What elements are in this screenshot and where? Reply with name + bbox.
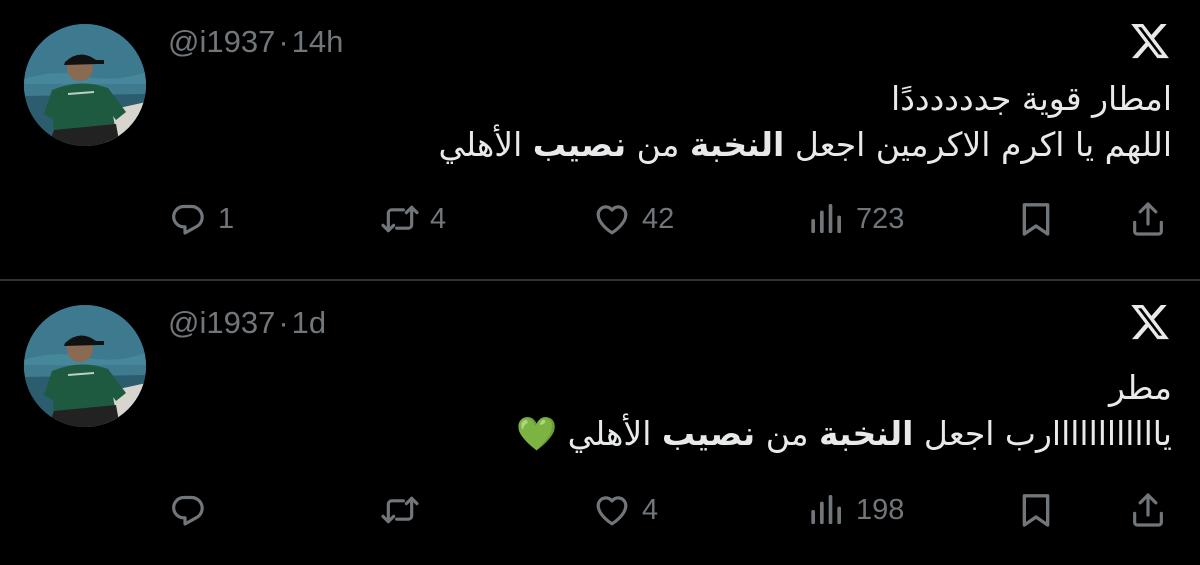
view-count: 198 (856, 493, 905, 526)
tweet-text-segment: الأهلي (438, 125, 533, 164)
heart-icon (596, 496, 628, 526)
like-button[interactable]: 42 (592, 194, 674, 244)
views-icon (811, 204, 841, 234)
like-count: 42 (642, 202, 675, 235)
tweet-text-segment: مطر (1109, 368, 1172, 407)
reply-icon (172, 495, 204, 526)
tweet-text: مطر ياااااااااااارب اجعل النخبة من نصيب ا… (292, 365, 1172, 457)
user-handle[interactable]: @i1937 (168, 305, 275, 340)
reply-button[interactable] (168, 485, 218, 535)
tweet-meta: @i1937·1d (168, 305, 326, 341)
x-logo-icon (1131, 23, 1169, 59)
avatar[interactable] (24, 24, 146, 146)
meta-separator: · (278, 24, 289, 59)
reply-count: 1 (218, 202, 235, 235)
tweet-text-segment: امطار قوية جددددددًا (891, 79, 1172, 118)
tweet-text-segment: ياااااااااااارب اجعل (913, 414, 1172, 453)
share-button[interactable] (1128, 194, 1168, 244)
tweet-text-segment: اللهم يا اكرم الاكرمين اجعل (784, 125, 1172, 164)
tweet-card[interactable]: @i1937·1d مطر ياااااااااااارب اجعل النخبة… (0, 281, 1200, 565)
tweet-text: امطار قوية جددددددًا اللهم يا اكرم الاكرم… (292, 76, 1172, 168)
bookmark-button[interactable] (1016, 194, 1056, 244)
tweet-meta: @i1937·14h (168, 24, 343, 60)
user-handle[interactable]: @i1937 (168, 24, 275, 59)
avatar[interactable] (24, 305, 146, 427)
tweet-text-line: امطار قوية جددددددًا (292, 76, 1172, 122)
tweet-text-segment: من (626, 125, 690, 164)
like-count: 4 (642, 493, 659, 526)
share-icon (1133, 202, 1163, 236)
tweet-text-bold: نصيب (661, 414, 756, 453)
tweet-text-line: مطر (292, 365, 1172, 411)
tweet-actions: 1 4 42 723 (0, 194, 1200, 244)
tweet-text-line: ياااااااااااارب اجعل النخبة من نصيب الأه… (292, 411, 1172, 457)
like-button[interactable]: 4 (592, 485, 658, 535)
tweet-time[interactable]: 1d (292, 305, 326, 340)
tweet-text-segment: الأهلي 💚 (516, 414, 662, 453)
views-icon (811, 495, 841, 525)
tweet-feed: @i1937·14h امطار قوية جددددددًا اللهم يا … (0, 0, 1200, 565)
retweet-icon (381, 205, 419, 233)
reply-icon (172, 204, 204, 235)
share-icon (1133, 493, 1163, 527)
view-count: 723 (856, 202, 905, 235)
tweet-text-line: اللهم يا اكرم الاكرمين اجعل النخبة من نص… (292, 122, 1172, 168)
views-button[interactable]: 198 (806, 485, 904, 535)
views-button[interactable]: 723 (806, 194, 904, 244)
share-button[interactable] (1128, 485, 1168, 535)
reply-button[interactable]: 1 (168, 194, 234, 244)
retweet-icon (381, 496, 419, 524)
retweet-button[interactable] (380, 485, 430, 535)
tweet-text-bold: نصيب (532, 125, 627, 164)
meta-separator: · (278, 305, 289, 340)
tweet-card[interactable]: @i1937·14h امطار قوية جددددددًا اللهم يا … (0, 0, 1200, 279)
bookmark-icon (1022, 494, 1050, 527)
tweet-text-bold: النخبة (689, 125, 785, 164)
bookmark-icon (1022, 203, 1050, 236)
retweet-button[interactable]: 4 (380, 194, 446, 244)
x-logo-icon (1131, 304, 1169, 340)
tweet-time[interactable]: 14h (292, 24, 344, 59)
retweet-count: 4 (430, 202, 447, 235)
tweet-actions: 4 198 (0, 485, 1200, 535)
heart-icon (596, 205, 628, 235)
bookmark-button[interactable] (1016, 485, 1056, 535)
tweet-text-bold: النخبة (818, 414, 914, 453)
tweet-text-segment: من (755, 414, 819, 453)
